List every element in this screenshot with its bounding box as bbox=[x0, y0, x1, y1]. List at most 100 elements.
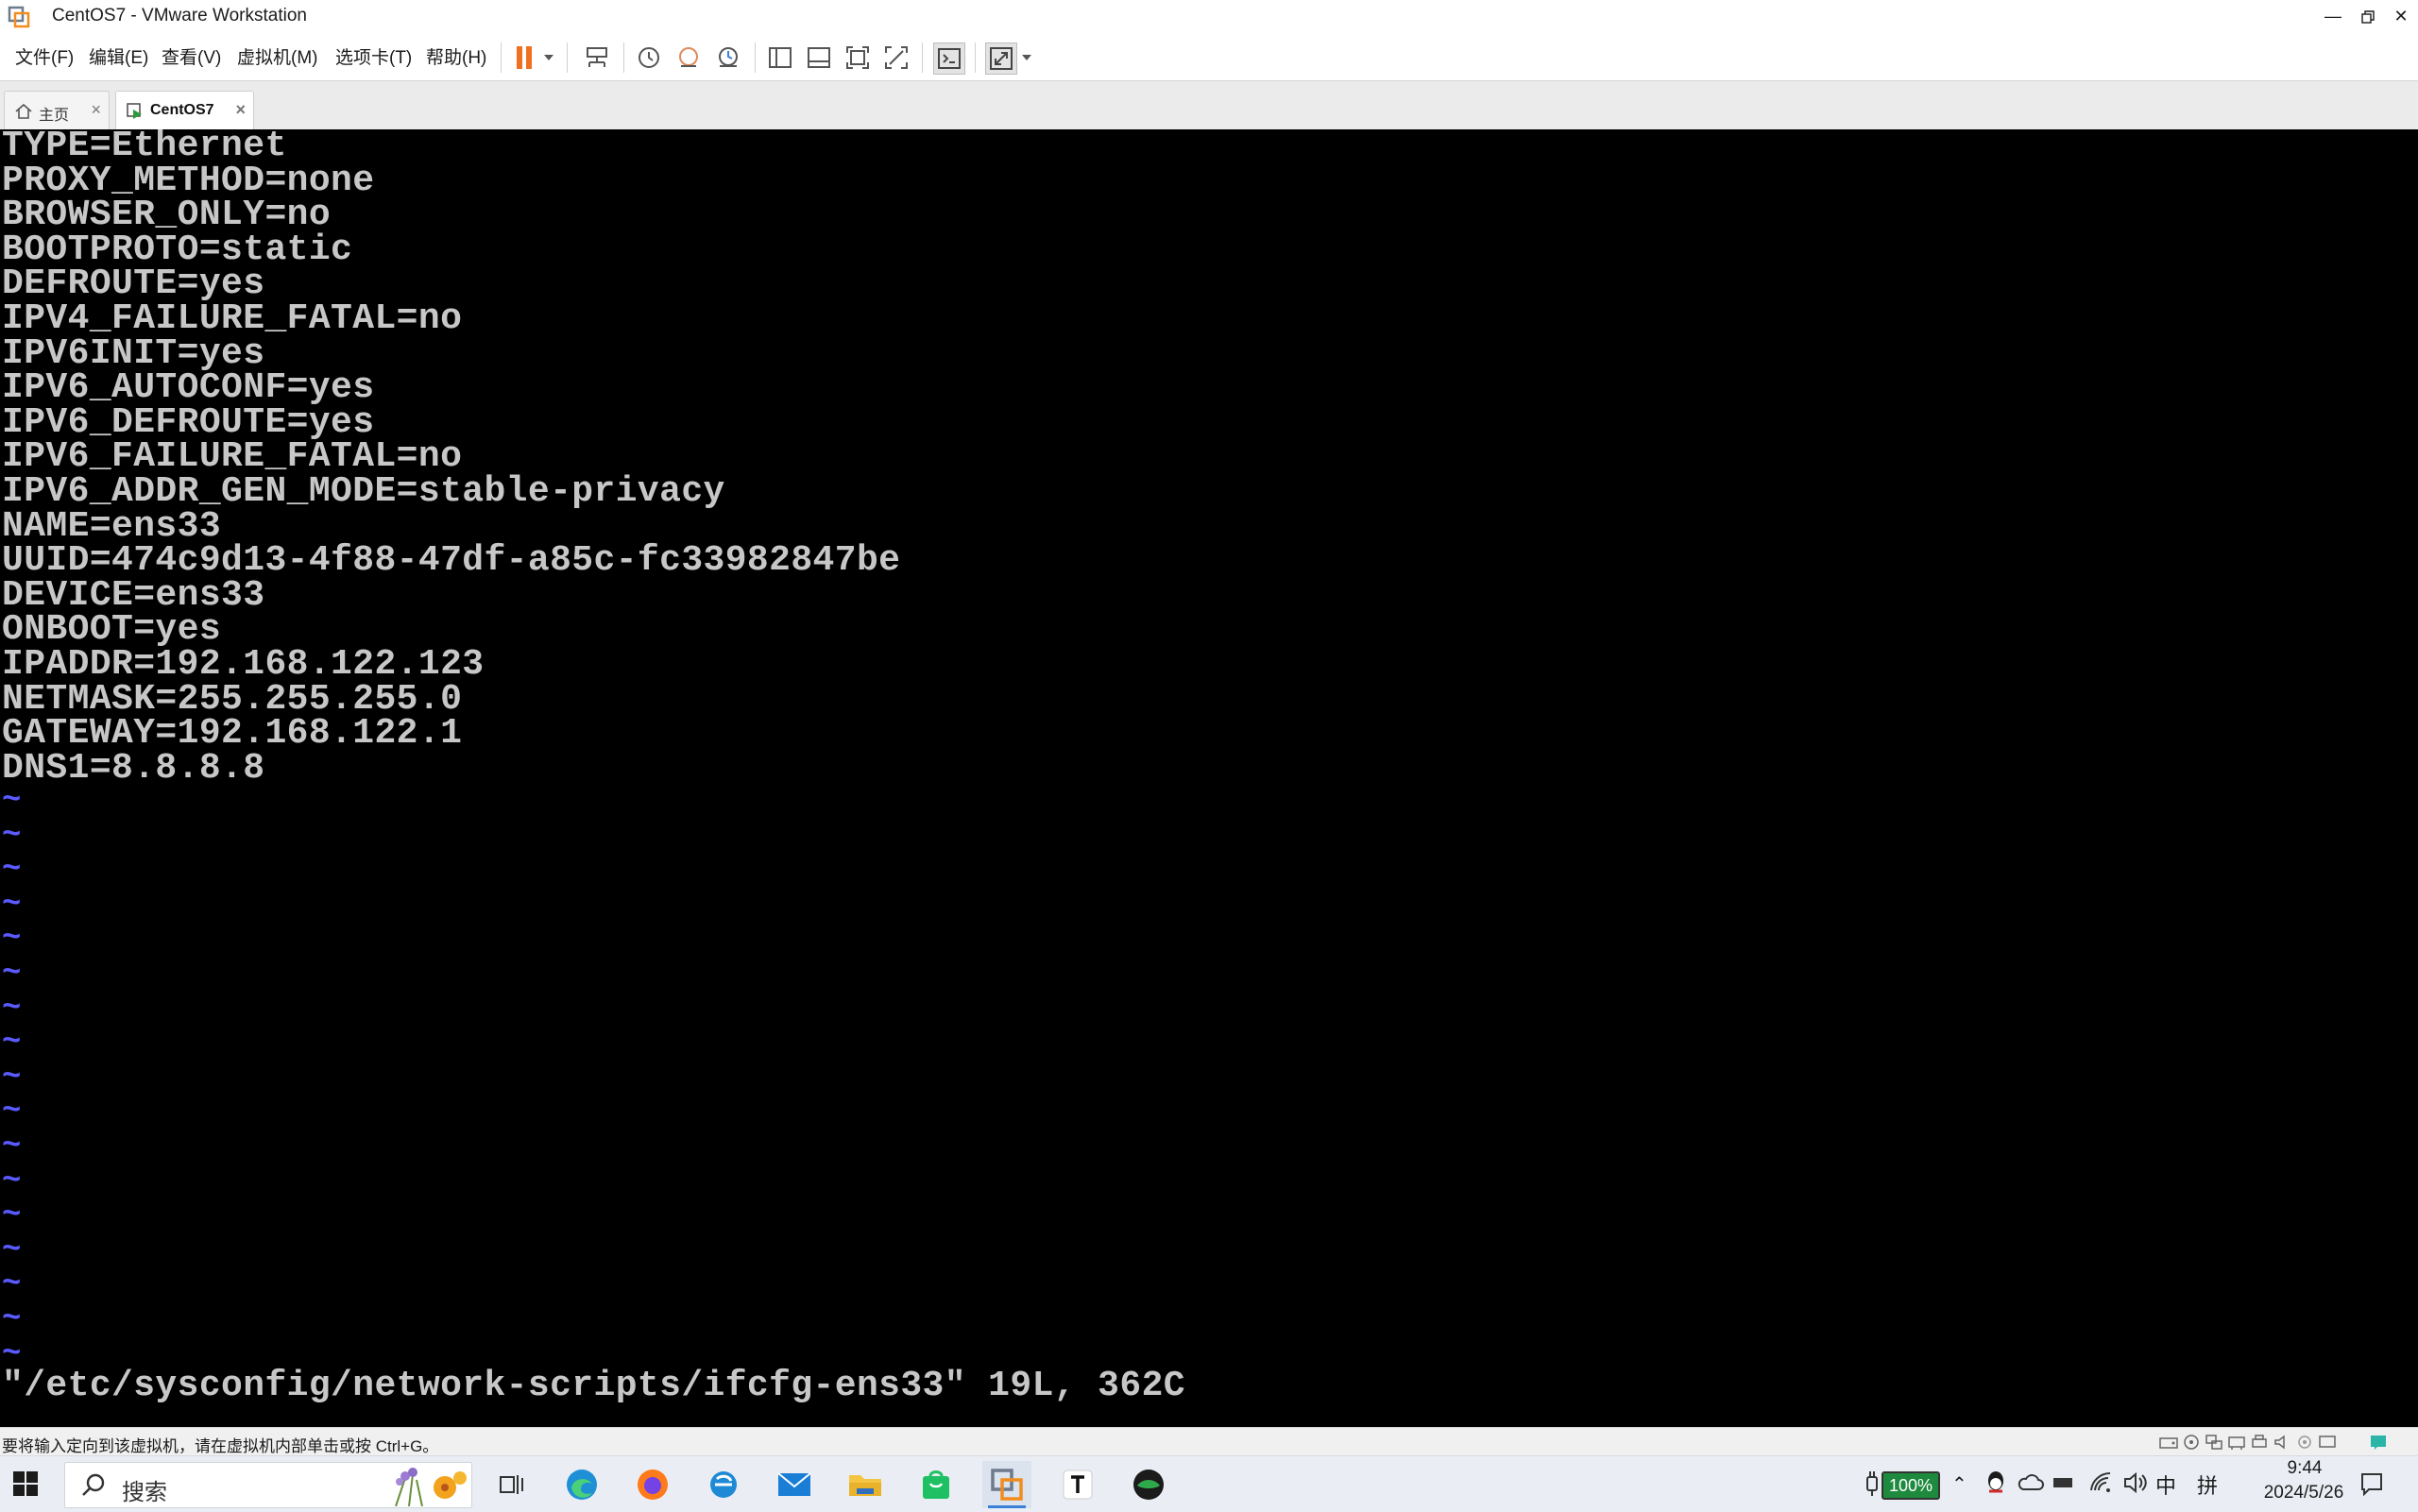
taskbar-firefox[interactable] bbox=[628, 1461, 677, 1508]
ime-pinyin[interactable]: 拼 bbox=[2197, 1470, 2218, 1500]
stretch-dropdown[interactable] bbox=[1016, 42, 1037, 73]
clock-icon bbox=[639, 47, 659, 68]
task-view-icon bbox=[500, 1475, 523, 1494]
snapshot-manager-icon bbox=[719, 47, 738, 67]
empty-line-tilde: ~ bbox=[2, 852, 22, 889]
power-dropdown[interactable] bbox=[538, 42, 559, 73]
empty-line-tilde: ~ bbox=[2, 817, 22, 854]
toolbar-divider bbox=[755, 42, 756, 73]
network-adapter-icon[interactable] bbox=[2205, 1434, 2223, 1451]
sound-card-icon[interactable] bbox=[2273, 1434, 2291, 1451]
restore-button[interactable] bbox=[2349, 0, 2387, 33]
usb-controller-icon[interactable] bbox=[2227, 1434, 2246, 1451]
taskbar-edge[interactable] bbox=[557, 1461, 606, 1508]
config-line: NAME=ens33 bbox=[2, 505, 222, 547]
send-ctrl-alt-del-button[interactable] bbox=[582, 42, 612, 73]
toolbar-divider bbox=[623, 42, 624, 73]
task-view-button[interactable] bbox=[487, 1461, 536, 1508]
display-icon[interactable] bbox=[2318, 1434, 2337, 1451]
qq-icon[interactable] bbox=[1985, 1470, 2006, 1495]
show-thumbnail-bar-button[interactable] bbox=[804, 42, 834, 73]
empty-line-tilde: ~ bbox=[2, 1059, 22, 1096]
ime-mode[interactable]: 中 bbox=[2155, 1470, 2176, 1500]
close-icon[interactable]: × bbox=[91, 100, 101, 120]
menu-view[interactable]: 查看(V) bbox=[162, 43, 221, 69]
taskbar-ie[interactable] bbox=[699, 1461, 748, 1508]
empty-line-tilde: ~ bbox=[2, 1266, 22, 1303]
typora-icon bbox=[1063, 1470, 1093, 1500]
config-line: IPV6INIT=yes bbox=[2, 332, 265, 374]
stretch-guest-button[interactable] bbox=[985, 42, 1017, 75]
menu-vm[interactable]: 虚拟机(M) bbox=[237, 43, 317, 69]
menu-help[interactable]: 帮助(H) bbox=[426, 43, 486, 69]
notification-icon[interactable] bbox=[2359, 1471, 2384, 1496]
chevron-down-icon bbox=[1022, 55, 1031, 60]
tab-home[interactable]: 主页 × bbox=[4, 91, 110, 130]
snapshot-button[interactable] bbox=[634, 42, 664, 73]
config-line: DNS1=8.8.8.8 bbox=[2, 747, 265, 789]
menu-file[interactable]: 文件(F) bbox=[15, 43, 74, 69]
taskbar-file-explorer[interactable] bbox=[841, 1461, 890, 1508]
tab-centos7[interactable]: CentOS7 × bbox=[115, 91, 254, 130]
config-line: TYPE=Ethernet bbox=[2, 129, 287, 166]
fullscreen-icon bbox=[846, 46, 869, 69]
device-icon[interactable] bbox=[2052, 1474, 2074, 1491]
printer-icon[interactable] bbox=[2250, 1434, 2269, 1451]
pause-icon bbox=[517, 46, 532, 69]
unity-button[interactable] bbox=[881, 42, 911, 73]
vm-console[interactable]: TYPE=Ethernet PROXY_METHOD=none BROWSER_… bbox=[0, 129, 2418, 1427]
menu-tabs[interactable]: 选项卡(T) bbox=[335, 43, 412, 69]
tab-label: 主页 bbox=[39, 108, 70, 124]
clock-date[interactable]: 2024/5/26 bbox=[2242, 1483, 2365, 1504]
toolbar-divider bbox=[975, 42, 976, 73]
search-icon bbox=[82, 1473, 105, 1496]
home-icon bbox=[15, 103, 32, 119]
show-library-button[interactable] bbox=[765, 42, 795, 73]
toolbar-divider bbox=[567, 42, 568, 73]
pause-button[interactable] bbox=[510, 42, 540, 73]
taskbar-mail[interactable] bbox=[770, 1461, 819, 1508]
clock-time[interactable]: 9:44 bbox=[2267, 1458, 2342, 1479]
windows-start-icon[interactable] bbox=[13, 1471, 38, 1496]
taskbar-store[interactable] bbox=[911, 1461, 961, 1508]
config-line: DEVICE=ens33 bbox=[2, 574, 265, 616]
camera-icon[interactable] bbox=[2295, 1434, 2314, 1451]
internet-explorer-icon bbox=[710, 1471, 737, 1498]
taskbar-app[interactable] bbox=[1124, 1461, 1173, 1508]
message-log-icon[interactable] bbox=[2369, 1434, 2388, 1451]
chevron-down-icon bbox=[544, 55, 553, 60]
hard-disk-icon[interactable] bbox=[2159, 1434, 2178, 1451]
full-screen-button[interactable] bbox=[843, 42, 873, 73]
empty-line-tilde: ~ bbox=[2, 783, 22, 819]
toolbar-divider bbox=[501, 42, 502, 73]
snapshot-manager-button[interactable] bbox=[713, 42, 743, 73]
close-button[interactable]: ✕ bbox=[2382, 0, 2418, 33]
empty-line-tilde: ~ bbox=[2, 1129, 22, 1164]
shopping-bag-icon bbox=[923, 1470, 949, 1499]
taskbar-vmware[interactable] bbox=[982, 1461, 1031, 1508]
battery-indicator[interactable]: 100% bbox=[1882, 1471, 1940, 1500]
power-plug-icon[interactable] bbox=[1863, 1470, 1882, 1498]
title-bar: CentOS7 - VMware Workstation — ✕ bbox=[0, 0, 2418, 33]
console-view-button[interactable] bbox=[933, 42, 965, 75]
taskbar-search-input[interactable]: 搜索 bbox=[64, 1462, 472, 1508]
menu-edit[interactable]: 编辑(E) bbox=[89, 43, 148, 69]
folder-icon bbox=[849, 1475, 881, 1496]
vmware-logo-icon bbox=[8, 6, 30, 28]
show-hidden-icons-icon[interactable]: ⌃ bbox=[1951, 1472, 1967, 1496]
wifi-icon[interactable] bbox=[2089, 1471, 2114, 1494]
taskbar-typora[interactable] bbox=[1053, 1461, 1102, 1508]
vm-icon bbox=[127, 103, 142, 119]
window-title: CentOS7 - VMware Workstation bbox=[52, 6, 307, 25]
cloud-icon[interactable] bbox=[2018, 1474, 2044, 1491]
toolbar-divider bbox=[922, 42, 923, 73]
revert-snapshot-button[interactable] bbox=[673, 42, 704, 73]
volume-icon[interactable] bbox=[2123, 1471, 2148, 1494]
minimize-button[interactable]: — bbox=[2314, 0, 2352, 33]
cd-dvd-icon[interactable] bbox=[2182, 1434, 2201, 1451]
app-icon bbox=[1133, 1470, 1164, 1500]
config-line: IPV6_AUTOCONF=yes bbox=[2, 367, 375, 409]
close-icon[interactable]: × bbox=[235, 100, 246, 120]
config-line: UUID=474c9d13-4f88-47df-a85c-fc33982847b… bbox=[2, 540, 901, 582]
unity-icon bbox=[885, 46, 908, 69]
